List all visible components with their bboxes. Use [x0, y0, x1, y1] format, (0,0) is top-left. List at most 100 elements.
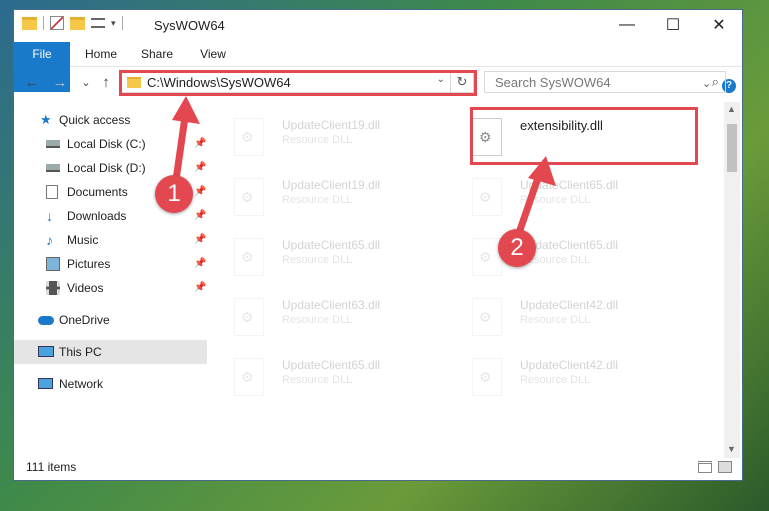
sidebar-item-label: Music [67, 233, 99, 247]
download-icon: ↓ [46, 208, 53, 224]
file-name: UpdateClient42.dll [520, 298, 619, 312]
file-name: UpdateClient19.dll [282, 118, 381, 132]
network-icon [38, 378, 53, 389]
list-item[interactable]: ⚙ UpdateClient65.dll Resource DLL [462, 232, 692, 282]
file-type: Resource DLL [520, 374, 591, 386]
file-name: UpdateClient42.dll [520, 358, 619, 372]
pin-icon[interactable]: 📌 [194, 132, 206, 156]
sidebar-item-label: Quick access [59, 113, 131, 127]
sidebar-item-pictures[interactable]: Pictures 📌 [14, 252, 207, 276]
divider [121, 16, 123, 30]
new-folder-icon[interactable] [70, 16, 85, 30]
ribbon-tabs: File Home Share View ⌄ ? [14, 42, 742, 93]
dll-file-icon: ⚙ [234, 298, 264, 336]
file-name: UpdateClient63.dll [282, 298, 381, 312]
pictures-icon [46, 257, 60, 271]
vertical-scrollbar[interactable]: ▲ ▼ [724, 102, 740, 458]
pin-icon[interactable]: 📌 [194, 180, 206, 204]
list-item[interactable]: ⚙ UpdateClient65.dll Resource DLL [224, 232, 454, 282]
list-item[interactable]: ⚙ UpdateClient65.dll Resource DLL [462, 172, 692, 222]
folder-icon [22, 16, 37, 30]
customize-icon[interactable] [91, 18, 105, 28]
forward-button[interactable]: → [50, 73, 70, 93]
scroll-down-icon[interactable]: ▼ [727, 444, 736, 454]
sidebar-item-label: This PC [59, 345, 102, 359]
list-item[interactable]: ⚙ UpdateClient63.dll Resource DLL [224, 292, 454, 342]
sidebar-item-label: Downloads [67, 209, 127, 223]
drive-icon [46, 164, 60, 172]
sidebar-item-onedrive[interactable]: OneDrive [14, 308, 207, 332]
file-type: Resource DLL [520, 194, 591, 206]
quick-access-toolbar: ▾ [22, 16, 123, 30]
pin-icon[interactable]: 📌 [194, 252, 206, 276]
back-button[interactable]: ← [22, 73, 42, 93]
pin-icon[interactable]: 📌 [194, 228, 206, 252]
tab-home[interactable]: Home [76, 42, 126, 66]
search-icon[interactable]: ⌕ [712, 74, 719, 90]
tab-view[interactable]: View [188, 42, 238, 66]
list-item[interactable]: ⚙ UpdateClient19.dll Resource DLL [224, 172, 454, 222]
sidebar-item-label: Videos [67, 281, 104, 295]
dll-file-icon: ⚙ [472, 298, 502, 336]
pin-icon[interactable]: 📌 [194, 276, 206, 300]
list-item[interactable]: ⚙ UpdateClient42.dll Resource DLL [462, 292, 692, 342]
cloud-icon [38, 316, 54, 325]
file-highlight-box [470, 107, 698, 165]
music-icon: ♪ [46, 232, 53, 248]
dll-file-icon: ⚙ [234, 118, 264, 156]
sidebar-item-network[interactable]: Network [14, 372, 207, 396]
sidebar-item-music[interactable]: ♪ Music 📌 [14, 228, 207, 252]
recent-locations-button[interactable]: ⌄ [76, 73, 96, 93]
status-bar: 111 items [14, 456, 742, 480]
file-name: UpdateClient65.dll [282, 238, 381, 252]
title-bar: ▾ SysWOW64 — ☐ ✕ [14, 10, 742, 42]
list-item[interactable]: ⚙ UpdateClient19.dll Resource DLL [224, 112, 454, 162]
list-item[interactable]: ⚙ UpdateClient65.dll Resource DLL [224, 352, 454, 402]
pin-icon[interactable]: 📌 [194, 204, 206, 228]
dll-file-icon: ⚙ [234, 238, 264, 276]
maximize-button[interactable]: ☐ [650, 10, 696, 40]
sidebar-item-videos[interactable]: Videos 📌 [14, 276, 207, 300]
star-icon: ★ [40, 112, 52, 127]
details-view-icon[interactable] [698, 461, 712, 473]
sidebar-item-local-disk-c[interactable]: Local Disk (C:) 📌 [14, 132, 207, 156]
pin-icon[interactable]: 📌 [194, 156, 206, 180]
sidebar-item-label: Pictures [67, 257, 111, 271]
tab-share[interactable]: Share [132, 42, 182, 66]
computer-icon [38, 346, 54, 357]
scroll-up-icon[interactable]: ▲ [727, 104, 736, 114]
file-type: Resource DLL [520, 314, 591, 326]
close-button[interactable]: ✕ [696, 10, 742, 40]
videos-icon [46, 281, 60, 295]
item-count: 111 items [26, 460, 77, 474]
file-type: Resource DLL [282, 374, 353, 386]
file-type: Resource DLL [282, 314, 353, 326]
dll-file-icon: ⚙ [234, 178, 264, 216]
minimize-button[interactable]: — [604, 10, 650, 40]
list-item[interactable]: ⚙ UpdateClient42.dll Resource DLL [462, 352, 692, 402]
file-name: UpdateClient19.dll [282, 178, 381, 192]
dll-file-icon: ⚙ [472, 178, 502, 216]
file-type: Resource DLL [282, 194, 353, 206]
sidebar-item-label: Network [59, 377, 104, 391]
chevron-down-icon[interactable]: ▾ [111, 18, 116, 29]
explorer-window: ▾ SysWOW64 — ☐ ✕ File Home Share View ⌄ … [14, 10, 742, 480]
dll-file-icon: ⚙ [472, 358, 502, 396]
search-input[interactable]: Search SysWOW64 ⌕ [484, 71, 726, 93]
large-icons-view-icon[interactable] [718, 461, 732, 473]
step-one-badge: 1 [155, 175, 193, 213]
scrollbar-thumb[interactable] [727, 124, 737, 172]
properties-icon[interactable] [50, 16, 64, 30]
sidebar-item-label: Local Disk (C:) [67, 137, 146, 151]
drive-icon [46, 140, 60, 148]
documents-icon [46, 185, 58, 199]
dll-file-icon: ⚙ [234, 358, 264, 396]
window-title: SysWOW64 [154, 18, 225, 33]
up-button[interactable]: ↑ [96, 73, 116, 93]
file-type: Resource DLL [282, 134, 353, 146]
sidebar-item-label: OneDrive [59, 313, 110, 327]
file-name: UpdateClient65.dll [520, 178, 619, 192]
sidebar-item-quick-access[interactable]: ★ Quick access [14, 108, 207, 132]
sidebar-item-this-pc[interactable]: This PC [14, 340, 207, 364]
sidebar-item-label: Documents [67, 185, 128, 199]
